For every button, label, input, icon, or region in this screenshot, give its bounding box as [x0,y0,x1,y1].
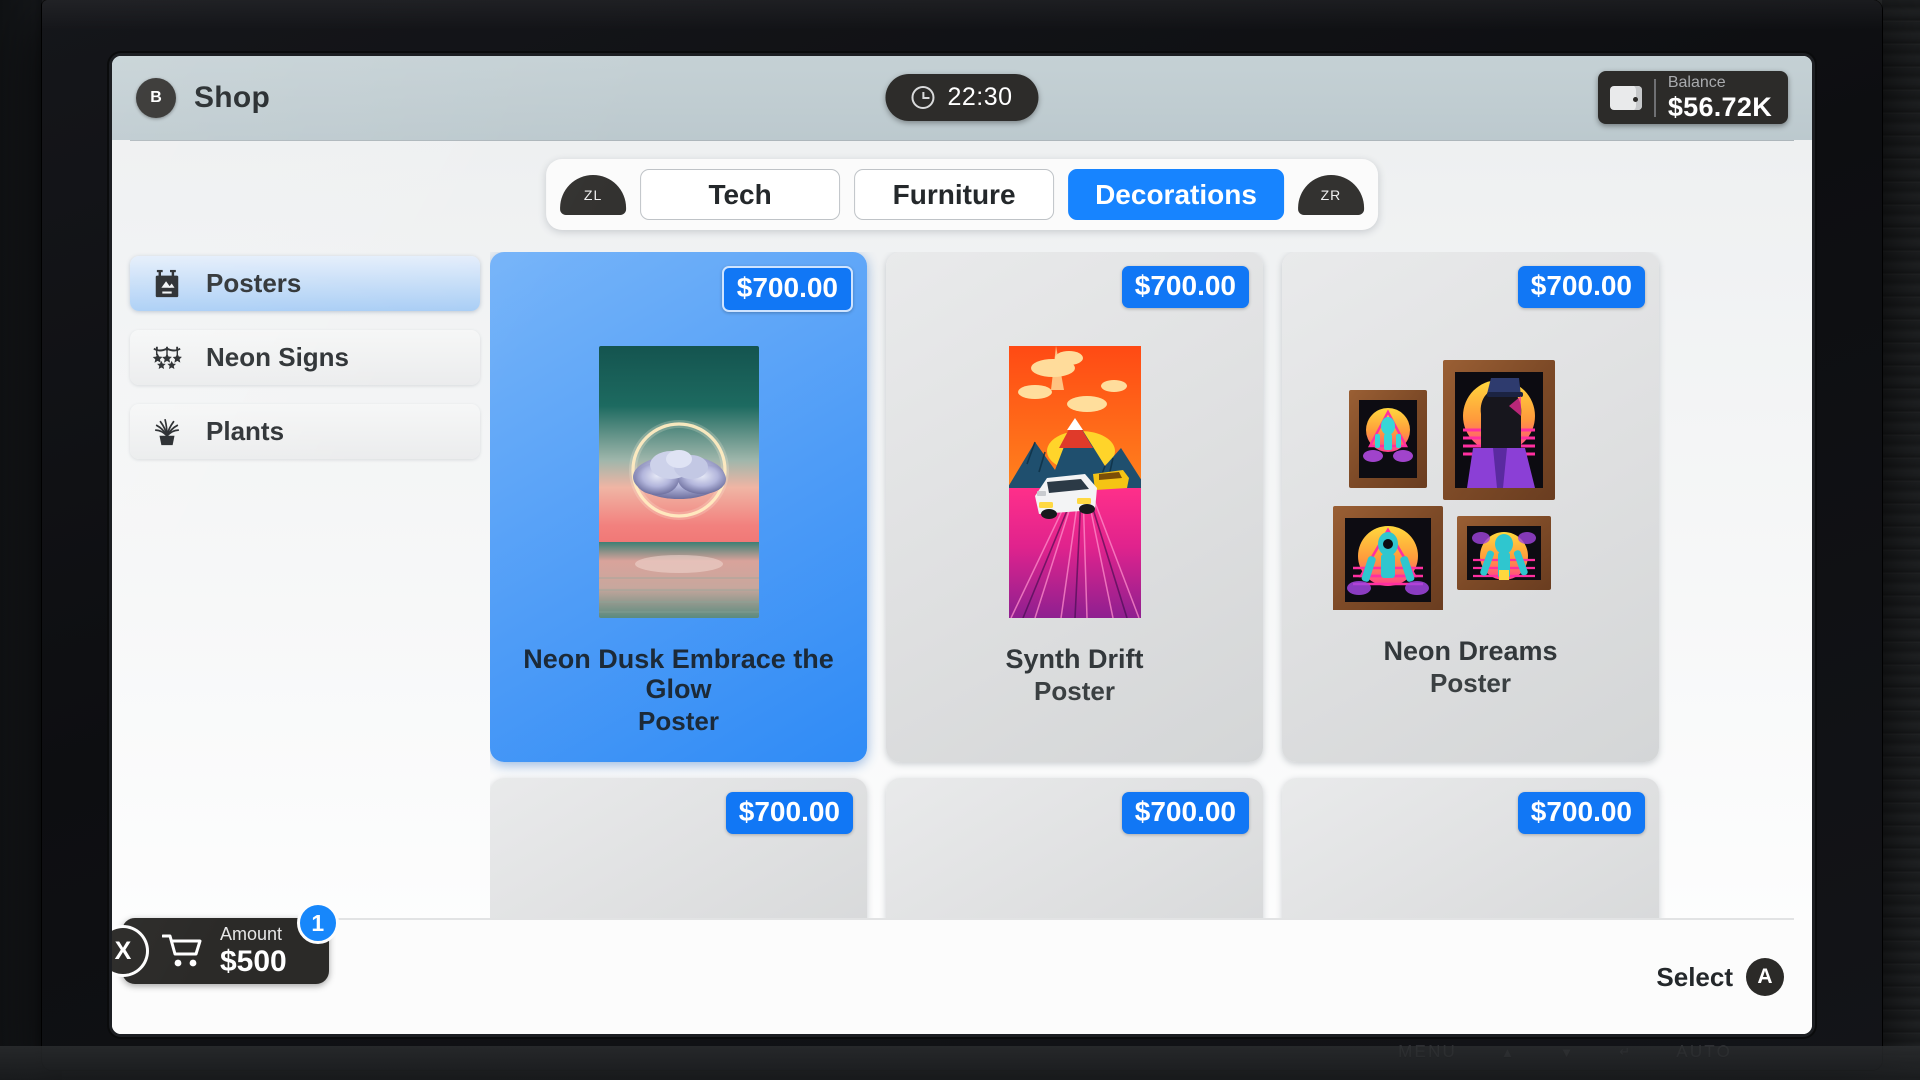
balance-label: Balance [1668,75,1772,91]
balance-pill: Balance $56.72K [1598,71,1788,124]
select-hint[interactable]: Select A [1656,958,1784,996]
page-title: Shop [194,81,270,115]
a-button-icon[interactable]: A [1746,958,1784,996]
product-labels: Neon Dusk Embrace the Glow Poster [490,644,867,737]
tab-decorations[interactable]: Decorations [1068,169,1284,220]
balance-separator [1654,79,1656,117]
poster-frame-icon [152,269,182,299]
neon-dusk-cloud-ocean-art [599,346,759,618]
product-card-neon-dusk[interactable]: $700.00 [490,252,867,762]
osd-up-button[interactable]: ▲ [1501,1045,1516,1060]
tab-furniture[interactable]: Furniture [854,169,1054,220]
bezel-sheen [42,0,1882,30]
back-button[interactable]: B [136,78,176,118]
monitor-screen: B Shop 22:30 Balance $56.72K [112,56,1812,1034]
osd-auto-button[interactable]: AUTO [1676,1042,1732,1062]
sidebar-item-label: Plants [206,416,284,447]
clock-icon [911,86,934,109]
product-price: $700.00 [1122,266,1249,308]
product-name: Synth Drift [896,644,1253,674]
sidebar-item-label: Posters [206,268,301,299]
shoulder-button-zr[interactable]: ZR [1298,175,1364,215]
neon-dreams-framed-set-art [1321,338,1621,610]
monitor-bezel: B Shop 22:30 Balance $56.72K [42,0,1882,1070]
cart-amount-label: Amount [220,925,287,943]
shop-screen: B Shop 22:30 Balance $56.72K [112,56,1812,1034]
room-background: B Shop 22:30 Balance $56.72K [0,0,1920,1080]
sidebar-item-plants[interactable]: Plants [130,404,480,459]
wallet-icon [1610,86,1642,110]
clock-pill: 22:30 [885,74,1038,121]
product-labels: Neon Dreams Poster [1282,636,1659,699]
product-subtitle: Poster [1292,668,1649,699]
product-price: $700.00 [1518,792,1645,834]
osd-enter-button[interactable]: ↵ [1619,1044,1632,1060]
category-sidebar: Posters [130,256,480,478]
product-price: $700.00 [1518,266,1645,308]
product-labels: Synth Drift Poster [886,644,1263,707]
tab-tech[interactable]: Tech [640,169,840,220]
clock-time: 22:30 [947,83,1012,112]
shoulder-button-zl[interactable]: ZL [560,175,626,215]
cart-item-count-badge: 1 [297,902,339,944]
product-name: Neon Dreams [1292,636,1649,666]
footer-bar: Select A [112,920,1812,1034]
sidebar-item-posters[interactable]: Posters [130,256,480,311]
header-divider [130,140,1794,141]
product-price: $700.00 [722,266,853,312]
cart-widget[interactable]: X Amount $500 1 [112,918,329,984]
monitor-osd-buttons: MENU ▲ ▼ ↵ AUTO [1398,1042,1732,1062]
shopping-cart-icon [162,934,204,968]
cart-body[interactable]: Amount $500 1 [122,918,329,984]
osd-menu-button[interactable]: MENU [1398,1042,1457,1062]
product-grid: $700.00 [490,252,1795,966]
product-name: Neon Dusk Embrace the Glow [500,644,857,704]
sidebar-item-neon-signs[interactable]: Neon Signs [130,330,480,385]
header-bar: B Shop 22:30 Balance $56.72K [112,56,1812,140]
cart-amount-value: $500 [220,947,287,977]
synth-drift-cars-mountain-art [995,346,1155,618]
neon-sign-icon [152,343,182,373]
product-subtitle: Poster [896,676,1253,707]
product-card-neon-dreams[interactable]: $700.00 [1282,252,1659,762]
product-price: $700.00 [726,792,853,834]
potted-plant-icon [152,417,182,447]
sidebar-item-label: Neon Signs [206,342,349,373]
category-tabbar: ZL Tech Furniture Decorations ZR [546,159,1378,230]
title-group: B Shop [136,78,270,118]
select-label: Select [1656,962,1733,993]
product-price: $700.00 [1122,792,1249,834]
osd-down-button[interactable]: ▼ [1560,1045,1575,1060]
product-card-synth-drift[interactable]: $700.00 [886,252,1263,762]
product-subtitle: Poster [500,706,857,737]
balance-value: $56.72K [1668,94,1772,121]
